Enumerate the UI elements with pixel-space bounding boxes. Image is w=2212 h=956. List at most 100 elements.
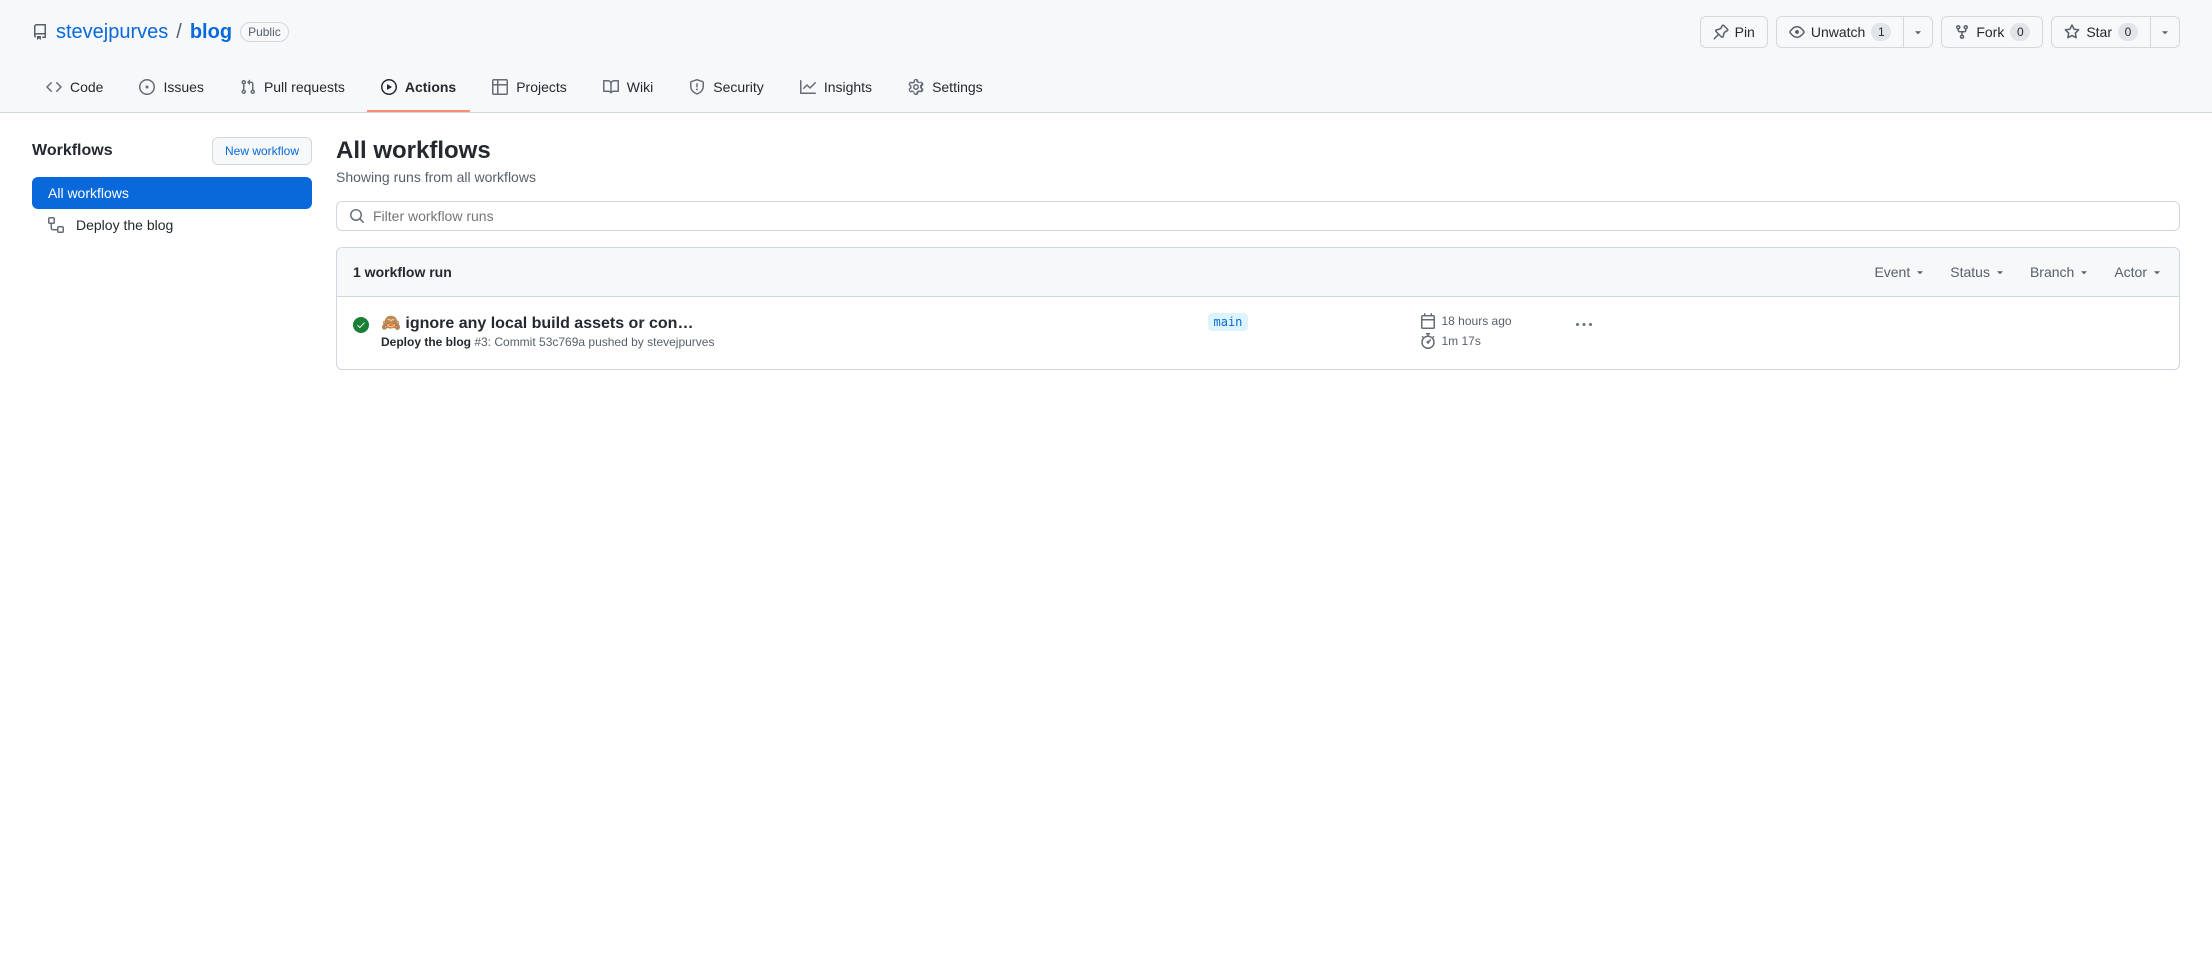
star-button-group: Star 0 (2051, 16, 2180, 48)
issue-icon (139, 79, 155, 95)
book-icon (603, 79, 619, 95)
pull-request-icon (240, 79, 256, 95)
run-info: 🙈 ignore any local build assets or con… … (381, 313, 1196, 349)
workflow-icon (48, 217, 64, 233)
filter-event[interactable]: Event (1874, 264, 1926, 280)
triangle-down-icon (2159, 26, 2171, 38)
run-row[interactable]: 🙈 ignore any local build assets or con… … (337, 297, 2179, 369)
tab-security[interactable]: Security (675, 64, 778, 112)
tab-pull-requests[interactable]: Pull requests (226, 64, 359, 112)
triangle-down-icon (2151, 266, 2163, 278)
eye-icon (1789, 24, 1805, 40)
triangle-down-icon (1914, 266, 1926, 278)
run-title[interactable]: 🙈 ignore any local build assets or con… (381, 313, 1196, 333)
sidebar: Workflows New workflow All workflows Dep… (32, 137, 312, 370)
success-icon (353, 317, 369, 333)
fork-button[interactable]: Fork 0 (1941, 16, 2043, 48)
tab-security-label: Security (713, 72, 764, 102)
page-subtitle: Showing runs from all workflows (336, 169, 2180, 185)
tab-insights[interactable]: Insights (786, 64, 886, 112)
tab-code[interactable]: Code (32, 64, 117, 112)
sidebar-item-deploy-blog[interactable]: Deploy the blog (32, 209, 312, 241)
runs-count-title: 1 workflow run (353, 264, 452, 280)
sidebar-item-label: Deploy the blog (76, 217, 173, 233)
kebab-icon (1576, 317, 1592, 333)
branch-label[interactable]: main (1208, 313, 1249, 331)
repo-action-buttons: Pin Unwatch 1 Fork 0 Star (1700, 16, 2180, 48)
tab-settings-label: Settings (932, 72, 983, 102)
table-icon (492, 79, 508, 95)
new-workflow-button[interactable]: New workflow (212, 137, 312, 165)
tab-pull-label: Pull requests (264, 72, 345, 102)
path-separator: / (176, 21, 182, 44)
sidebar-item-label: All workflows (48, 185, 129, 201)
fork-icon (1954, 24, 1970, 40)
watch-dropdown[interactable] (1904, 16, 1933, 48)
repo-title: stevejpurves / blog Public (32, 21, 289, 44)
graph-icon (800, 79, 816, 95)
filter-actor[interactable]: Actor (2114, 264, 2163, 280)
tab-projects[interactable]: Projects (478, 64, 581, 112)
search-input[interactable] (373, 208, 2167, 224)
time-ago-text: 18 hours ago (1442, 314, 1512, 328)
tab-code-label: Code (70, 72, 103, 102)
search-icon (349, 208, 365, 224)
visibility-badge: Public (240, 22, 289, 42)
body-wrap: Workflows New workflow All workflows Dep… (0, 113, 2212, 394)
sidebar-item-all-workflows[interactable]: All workflows (32, 177, 312, 209)
filter-group: Event Status Branch Actor (1874, 264, 2163, 280)
fork-label: Fork (1976, 22, 2004, 42)
runs-header: 1 workflow run Event Status Branch (337, 248, 2179, 297)
run-menu-button[interactable] (1572, 313, 1596, 337)
pin-button[interactable]: Pin (1700, 16, 1768, 48)
unwatch-label: Unwatch (1811, 22, 1865, 42)
time-column: 18 hours ago 1m 17s (1420, 313, 1560, 353)
pin-icon (1713, 24, 1729, 40)
page-header: stevejpurves / blog Public Pin Unwatch 1 (0, 0, 2212, 113)
owner-link[interactable]: stevejpurves (56, 21, 168, 44)
run-workflow-name: Deploy the blog (381, 335, 471, 349)
star-button[interactable]: Star 0 (2051, 16, 2151, 48)
run-desc-tail: #3: Commit 53c769a pushed by stevejpurve… (471, 335, 714, 349)
filter-status-label: Status (1950, 264, 1990, 280)
search-box[interactable] (336, 201, 2180, 231)
main-content: All workflows Showing runs from all work… (336, 137, 2180, 370)
branch-column: main (1208, 313, 1408, 331)
watch-button-group: Unwatch 1 (1776, 16, 1933, 48)
triangle-down-icon (1912, 26, 1924, 38)
sidebar-title: Workflows (32, 142, 113, 160)
triangle-down-icon (1994, 266, 2006, 278)
stopwatch-icon (1420, 333, 1436, 349)
gear-icon (908, 79, 924, 95)
star-dropdown[interactable] (2151, 16, 2180, 48)
calendar-icon (1420, 313, 1436, 329)
duration-text: 1m 17s (1442, 334, 1481, 348)
tab-wiki-label: Wiki (627, 72, 653, 102)
tab-insights-label: Insights (824, 72, 872, 102)
repo-link[interactable]: blog (190, 21, 232, 44)
watch-count: 1 (1871, 23, 1891, 41)
filter-event-label: Event (1874, 264, 1910, 280)
repo-header-row: stevejpurves / blog Public Pin Unwatch 1 (32, 16, 2180, 48)
tab-actions[interactable]: Actions (367, 64, 470, 112)
star-icon (2064, 24, 2080, 40)
triangle-down-icon (2078, 266, 2090, 278)
runs-container: 1 workflow run Event Status Branch (336, 247, 2180, 370)
code-icon (46, 79, 62, 95)
tab-issues[interactable]: Issues (125, 64, 217, 112)
repo-icon (32, 24, 48, 40)
star-count: 0 (2118, 23, 2138, 41)
pin-label: Pin (1735, 22, 1755, 42)
tab-settings[interactable]: Settings (894, 64, 997, 112)
tab-issues-label: Issues (163, 72, 203, 102)
page-title: All workflows (336, 137, 2180, 165)
workflow-list: All workflows Deploy the blog (32, 177, 312, 241)
play-icon (381, 79, 397, 95)
time-ago-row: 18 hours ago (1420, 313, 1560, 329)
filter-status[interactable]: Status (1950, 264, 2006, 280)
unwatch-button[interactable]: Unwatch 1 (1776, 16, 1904, 48)
run-title-text: ignore any local build assets or con… (405, 315, 693, 332)
tab-wiki[interactable]: Wiki (589, 64, 667, 112)
filter-branch[interactable]: Branch (2030, 264, 2090, 280)
duration-row: 1m 17s (1420, 333, 1560, 349)
